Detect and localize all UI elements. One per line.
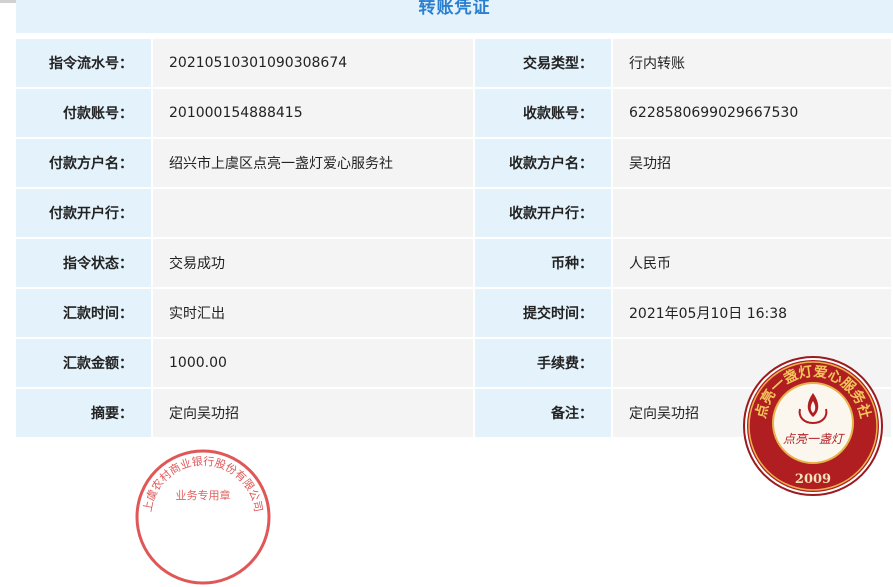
- value-payee-bank: [613, 189, 893, 239]
- svg-text:上虞农村商业银行股份有限公司: 上虞农村商业银行股份有限公司: [141, 454, 265, 513]
- table-row: 付款账号： 201000154888415 收款账号： 622858069902…: [16, 89, 893, 139]
- value-payee-name: 吴功招: [613, 139, 893, 189]
- table-row: 付款方户名： 绍兴市上虞区点亮一盏灯爱心服务社 收款方户名： 吴功招: [16, 139, 893, 189]
- value-payer-bank: [153, 189, 475, 239]
- value-transaction-type: 行内转账: [613, 39, 893, 89]
- label-payer-account: 付款账号：: [16, 89, 153, 139]
- label-remark: 备注：: [475, 389, 613, 439]
- table-row: 汇款时间： 实时汇出 提交时间： 2021年05月10日 16:38: [16, 289, 893, 339]
- label-summary: 摘要：: [16, 389, 153, 439]
- value-submit-time: 2021年05月10日 16:38: [613, 289, 893, 339]
- value-instruction-status: 交易成功: [153, 239, 475, 289]
- org-seal-year: 2009: [795, 472, 831, 487]
- table-row: 付款开户行： 收款开户行：: [16, 189, 893, 239]
- value-payer-name: 绍兴市上虞区点亮一盏灯爱心服务社: [153, 139, 475, 189]
- value-currency: 人民币: [613, 239, 893, 289]
- label-currency: 币种：: [475, 239, 613, 289]
- value-amount: 1000.00: [153, 339, 475, 389]
- label-payee-account: 收款账号：: [475, 89, 613, 139]
- value-payee-account: 6228580699029667530: [613, 89, 893, 139]
- value-instruction-no: 20210510301090308674: [153, 39, 475, 89]
- bank-seal-stamp: 上虞农村商业银行股份有限公司 业务专用章: [135, 449, 271, 585]
- voucher-title: 转账凭证: [418, 0, 491, 18]
- label-fee: 手续费：: [475, 339, 613, 389]
- label-payer-name: 付款方户名：: [16, 139, 153, 189]
- label-payee-name: 收款方户名：: [475, 139, 613, 189]
- label-remit-time: 汇款时间：: [16, 289, 153, 339]
- bank-seal-subtext: 业务专用章: [176, 488, 231, 502]
- label-instruction-status: 指令状态：: [16, 239, 153, 289]
- title-bar: 转账凭证: [16, 0, 893, 33]
- bank-seal-text: 上虞农村商业银行股份有限公司: [141, 454, 265, 513]
- organization-seal-logo: 点亮一盏灯爱心服务社 点亮一盏灯 2009: [743, 356, 883, 496]
- org-seal-center-text: 点亮一盏灯: [783, 432, 845, 446]
- table-row: 指令流水号： 20210510301090308674 交易类型： 行内转账: [16, 39, 893, 89]
- value-payer-account: 201000154888415: [153, 89, 475, 139]
- label-payer-bank: 付款开户行：: [16, 189, 153, 239]
- label-transaction-type: 交易类型：: [475, 39, 613, 89]
- label-amount: 汇款金额：: [16, 339, 153, 389]
- label-instruction-no: 指令流水号：: [16, 39, 153, 89]
- table-row: 指令状态： 交易成功 币种： 人民币: [16, 239, 893, 289]
- value-summary: 定向吴功招: [153, 389, 475, 439]
- label-payee-bank: 收款开户行：: [475, 189, 613, 239]
- label-submit-time: 提交时间：: [475, 289, 613, 339]
- value-remit-time: 实时汇出: [153, 289, 475, 339]
